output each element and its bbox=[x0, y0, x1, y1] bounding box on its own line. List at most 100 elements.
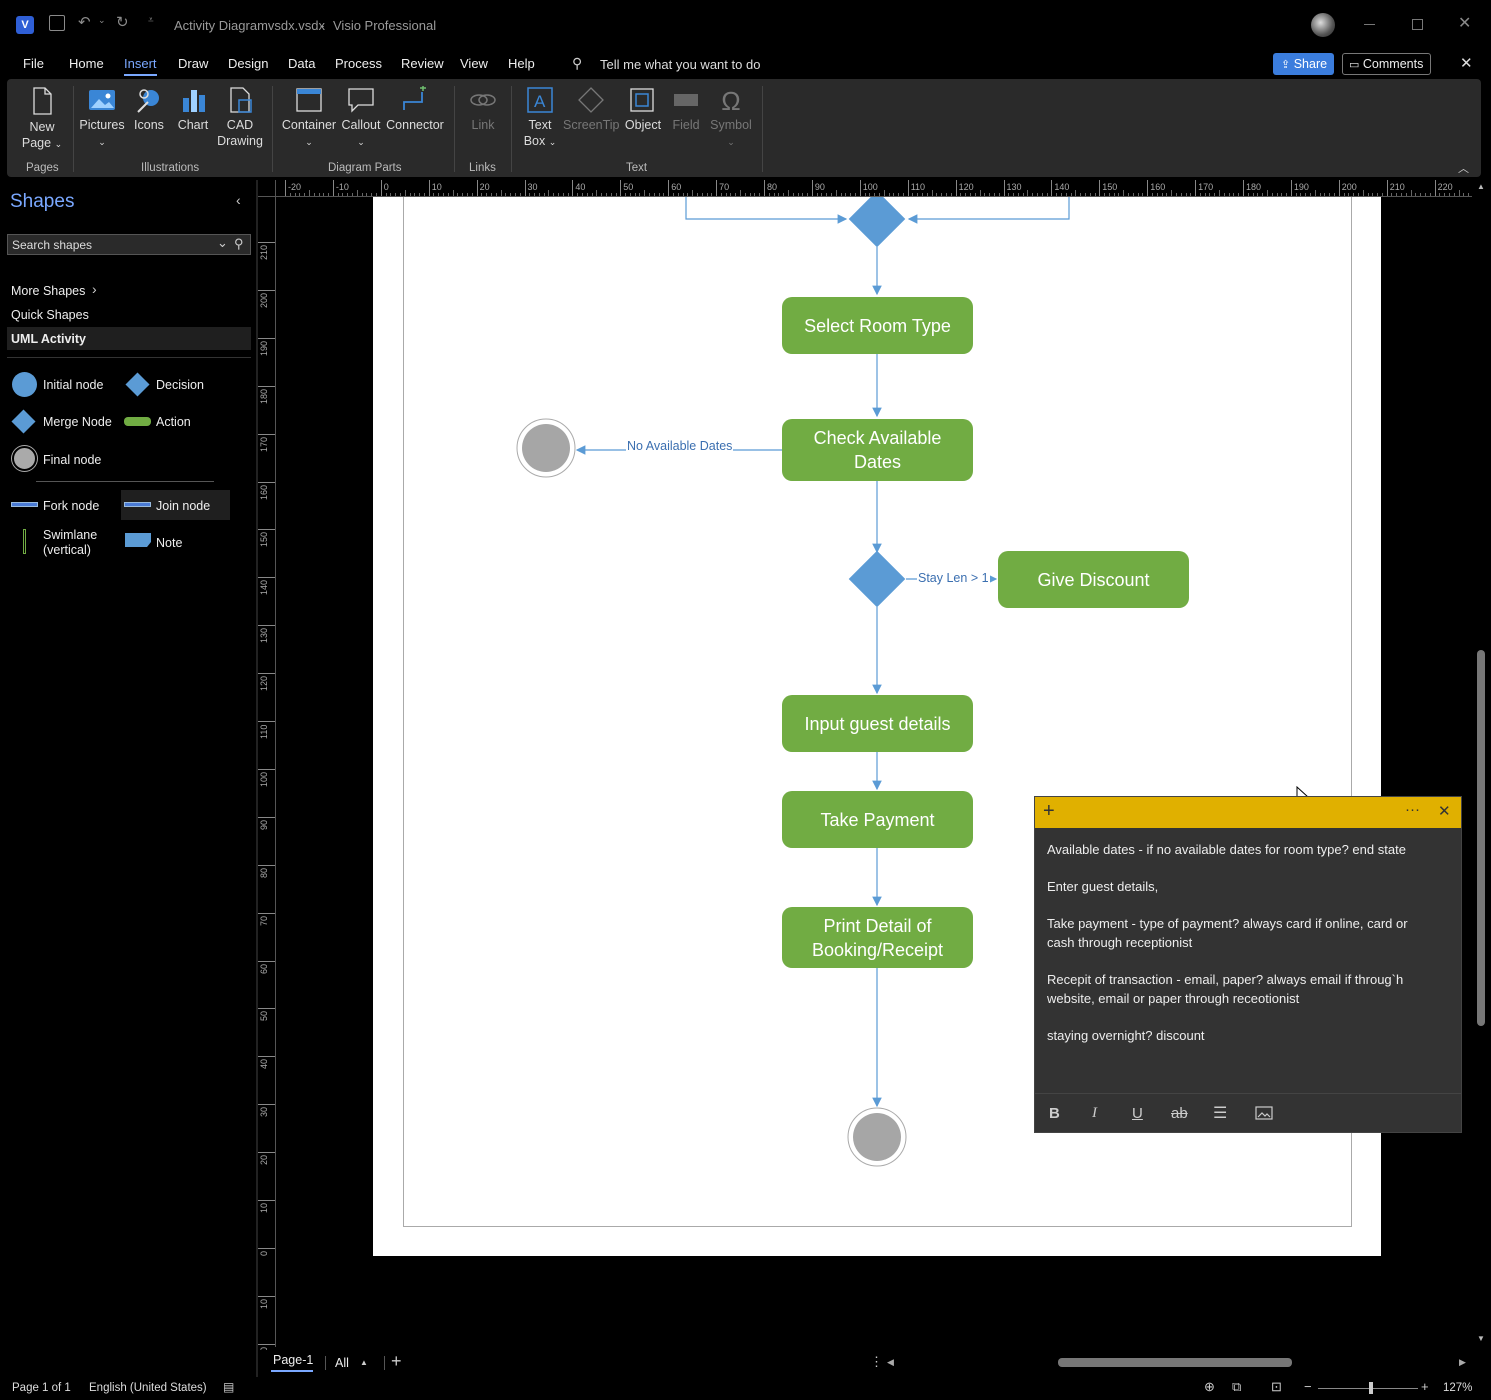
italic-icon[interactable]: I bbox=[1092, 1105, 1097, 1122]
close-window-icon[interactable]: ✕ bbox=[1458, 13, 1471, 33]
action-select-room-type[interactable]: Select Room Type bbox=[782, 297, 973, 354]
chart-button[interactable]: Chart bbox=[174, 86, 212, 133]
save-icon[interactable] bbox=[49, 15, 65, 31]
page-1-tab[interactable]: Page-1 bbox=[273, 1353, 313, 1367]
join-node-icon[interactable] bbox=[124, 502, 151, 507]
tabs-more-icon[interactable]: ⋮ bbox=[870, 1354, 883, 1370]
fork-node-icon[interactable] bbox=[11, 502, 38, 507]
action-give-discount[interactable]: Give Discount bbox=[998, 551, 1189, 608]
text-box-button[interactable]: A Text Box ⌄ bbox=[520, 86, 560, 150]
initial-node-icon[interactable] bbox=[12, 372, 37, 397]
avatar[interactable] bbox=[1311, 13, 1335, 37]
underline-icon[interactable]: U bbox=[1132, 1105, 1143, 1122]
vertical-scrollbar[interactable]: ▲ ▼ bbox=[1472, 180, 1491, 1350]
maximize-icon[interactable] bbox=[1412, 19, 1423, 30]
tell-me-search[interactable]: Tell me what you want to do bbox=[600, 57, 760, 72]
connector-button[interactable]: Connector bbox=[385, 86, 445, 133]
search-shapes-field[interactable]: Search shapes ⌄ ⚲ bbox=[7, 234, 251, 255]
final-node-label[interactable]: Final node bbox=[43, 453, 101, 467]
insert-image-icon[interactable] bbox=[1255, 1106, 1273, 1120]
collapse-ribbon-icon[interactable]: ︿ bbox=[1458, 160, 1469, 176]
zoom-level[interactable]: 127% bbox=[1443, 1382, 1472, 1394]
menu-process[interactable]: Process bbox=[335, 56, 382, 71]
menu-file[interactable]: File bbox=[23, 56, 44, 71]
minimize-icon[interactable] bbox=[1364, 24, 1375, 25]
sticky-note-panel[interactable]: + ··· ✕ Available dates - if no availabl… bbox=[1034, 796, 1462, 1133]
action-take-payment[interactable]: Take Payment bbox=[782, 791, 973, 848]
redo-icon[interactable]: ↻ bbox=[116, 13, 129, 31]
scroll-down-icon[interactable]: ▼ bbox=[1477, 1334, 1485, 1343]
note-label[interactable]: Note bbox=[156, 536, 182, 550]
add-page-icon[interactable]: + bbox=[391, 1351, 402, 1372]
swimlane-label-2[interactable]: (vertical) bbox=[43, 543, 91, 557]
drawing-canvas[interactable]: No Available Dates Stay Len > 1 Select R… bbox=[276, 197, 1472, 1347]
note-icon[interactable] bbox=[124, 532, 152, 548]
zoom-out-icon[interactable]: − bbox=[1304, 1379, 1312, 1394]
menu-insert[interactable]: Insert bbox=[124, 56, 157, 76]
scroll-right-icon[interactable]: ▶ bbox=[1459, 1357, 1466, 1368]
all-pages-tab[interactable]: All bbox=[335, 1356, 349, 1370]
macro-icon[interactable]: ▤ bbox=[223, 1380, 234, 1394]
callout-button[interactable]: Callout ⌄ bbox=[340, 86, 382, 150]
close-note-icon[interactable]: ✕ bbox=[1438, 802, 1451, 820]
final-node-icon[interactable] bbox=[12, 446, 37, 471]
action-icon[interactable] bbox=[124, 417, 151, 426]
zoom-slider-thumb[interactable] bbox=[1369, 1382, 1373, 1394]
presentation-mode-icon[interactable]: ⊡ bbox=[1271, 1379, 1282, 1395]
zoom-slider[interactable] bbox=[1318, 1388, 1418, 1389]
decision-label[interactable]: Decision bbox=[156, 378, 204, 392]
collapse-panel-icon[interactable]: ‹ bbox=[236, 192, 241, 208]
scroll-up-icon[interactable]: ▲ bbox=[1477, 182, 1485, 191]
undo-icon[interactable]: ↶ bbox=[78, 13, 91, 31]
decision-icon[interactable] bbox=[125, 372, 150, 397]
more-shapes[interactable]: More Shapes bbox=[11, 284, 85, 298]
symbol-button[interactable]: Ω Symbol ⌄ bbox=[708, 86, 754, 150]
label-stay-len[interactable]: Stay Len > 1 bbox=[917, 571, 990, 585]
chevron-down-icon[interactable]: ⌄ bbox=[217, 235, 228, 251]
bullet-list-icon[interactable]: ☰ bbox=[1213, 1103, 1227, 1123]
search-icon[interactable]: ⚲ bbox=[234, 236, 244, 252]
field-button[interactable]: Field bbox=[668, 86, 704, 133]
close-ribbon-icon[interactable]: ✕ bbox=[1460, 54, 1473, 72]
menu-draw[interactable]: Draw bbox=[178, 56, 208, 71]
horizontal-scroll-thumb[interactable] bbox=[1058, 1358, 1292, 1367]
undo-dropdown-icon[interactable]: ⌄ bbox=[98, 15, 106, 26]
comments-button[interactable]: ▭ Comments bbox=[1342, 53, 1431, 75]
more-options-icon[interactable]: ··· bbox=[1405, 801, 1420, 818]
menu-data[interactable]: Data bbox=[288, 56, 315, 71]
customize-qat-icon[interactable]: ⩡ bbox=[148, 15, 154, 26]
action-label[interactable]: Action bbox=[156, 415, 191, 429]
fit-page-icon[interactable]: ⊕ bbox=[1204, 1379, 1215, 1395]
action-check-available-dates[interactable]: Check Available Dates bbox=[782, 419, 973, 481]
action-input-guest-details[interactable]: Input guest details bbox=[782, 695, 973, 752]
menu-design[interactable]: Design bbox=[228, 56, 268, 71]
scroll-left-icon[interactable]: ◀ bbox=[887, 1357, 894, 1368]
zoom-in-icon[interactable]: + bbox=[1421, 1379, 1429, 1394]
share-button[interactable]: ⇪ Share bbox=[1273, 53, 1334, 75]
cad-drawing-button[interactable]: CAD Drawing bbox=[216, 86, 264, 149]
pictures-button[interactable]: Pictures ⌄ bbox=[79, 86, 125, 150]
all-pages-up-icon[interactable]: ▲ bbox=[360, 1358, 368, 1367]
language[interactable]: English (United States) bbox=[89, 1382, 207, 1394]
merge-node-icon[interactable] bbox=[11, 409, 36, 434]
add-note-icon[interactable]: + bbox=[1043, 800, 1055, 823]
fork-node-label[interactable]: Fork node bbox=[43, 499, 99, 513]
action-print-detail[interactable]: Print Detail of Booking/Receipt bbox=[782, 907, 973, 968]
swimlane-icon[interactable] bbox=[23, 529, 26, 554]
menu-view[interactable]: View bbox=[460, 56, 488, 71]
join-node-label[interactable]: Join node bbox=[156, 499, 210, 513]
quick-shapes[interactable]: Quick Shapes bbox=[11, 308, 89, 322]
menu-help[interactable]: Help bbox=[508, 56, 535, 71]
menu-home[interactable]: Home bbox=[69, 56, 104, 71]
switch-windows-icon[interactable]: ⧉ bbox=[1232, 1379, 1241, 1395]
merge-node-label[interactable]: Merge Node bbox=[43, 415, 112, 429]
bold-icon[interactable]: B bbox=[1049, 1105, 1060, 1122]
strikethrough-icon[interactable]: ab bbox=[1171, 1105, 1188, 1122]
icons-button[interactable]: Icons bbox=[131, 86, 167, 133]
container-button[interactable]: Container ⌄ bbox=[281, 86, 337, 150]
vertical-scroll-thumb[interactable] bbox=[1477, 650, 1485, 1026]
object-button[interactable]: Object bbox=[622, 86, 664, 133]
initial-node-label[interactable]: Initial node bbox=[43, 378, 103, 392]
note-body[interactable] bbox=[1035, 828, 1461, 1090]
swimlane-label-1[interactable]: Swimlane bbox=[43, 528, 97, 542]
